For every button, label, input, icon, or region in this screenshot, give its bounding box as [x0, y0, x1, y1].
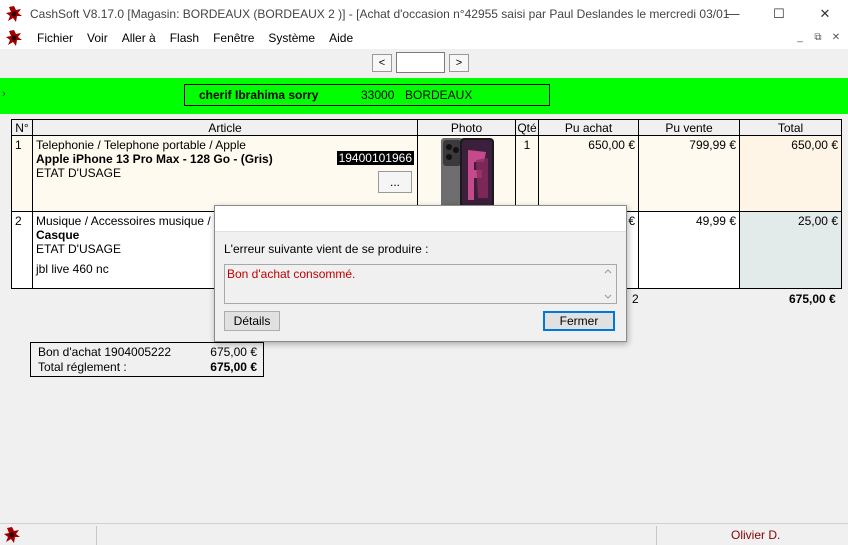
- client-banner: › cherif Ibrahima sorry 33000 BORDEAUX: [0, 78, 848, 114]
- client-postal-code: 33000: [361, 88, 395, 102]
- app-logo-icon[interactable]: [6, 5, 22, 22]
- qty-cell: 1: [515, 135, 539, 212]
- client-name: cherif Ibrahima sorry: [199, 88, 319, 102]
- header-pu-vente: Pu vente: [638, 119, 740, 136]
- title-bar: CashSoft V8.17.0 [Magasin: BORDEAUX (BOR…: [0, 0, 848, 27]
- payment-total-amount: 675,00 €: [210, 360, 257, 374]
- article-state: ETAT D'USAGE: [36, 166, 121, 180]
- article-cell: Telephonie / Telephone portable / Apple …: [32, 135, 418, 212]
- grand-total: 675,00 €: [789, 292, 836, 306]
- dialog-header[interactable]: [215, 206, 626, 232]
- minimize-button[interactable]: —: [710, 0, 756, 27]
- header-photo: Photo: [417, 119, 516, 136]
- voucher-amount: 675,00 €: [210, 345, 257, 359]
- details-button[interactable]: Détails: [224, 311, 280, 331]
- status-separator: [96, 526, 97, 545]
- client-box[interactable]: cherif Ibrahima sorry 33000 BORDEAUX: [184, 84, 550, 106]
- voucher-label: Bon d'achat 1904005222: [38, 345, 172, 359]
- error-scrollbar[interactable]: [600, 265, 616, 303]
- pu-vente-cell: 799,99 €: [638, 135, 740, 212]
- client-city: BORDEAUX: [405, 88, 473, 102]
- record-navigator: < >: [0, 50, 848, 78]
- app-menu-icon[interactable]: [6, 30, 22, 46]
- mdi-close-button[interactable]: ✕: [828, 30, 844, 44]
- menu-fichier[interactable]: Fichier: [30, 31, 80, 45]
- status-bar: Olivier D.: [0, 523, 848, 545]
- pu-achat-cell: 650,00 €: [538, 135, 639, 212]
- menu-aller-a[interactable]: Aller à: [115, 31, 163, 45]
- record-number-input[interactable]: [396, 52, 445, 73]
- menu-bar: Fichier Voir Aller à Flash Fenêtre Systè…: [0, 27, 848, 49]
- photo-cell: [417, 135, 516, 212]
- error-text: Bon d'achat consommé.: [227, 267, 356, 281]
- menu-flash[interactable]: Flash: [163, 31, 206, 45]
- menu-aide[interactable]: Aide: [322, 31, 360, 45]
- row-num: 1: [11, 135, 33, 212]
- table-row[interactable]: 1 Telephonie / Telephone portable / Appl…: [11, 135, 842, 212]
- mdi-restore-button[interactable]: ⧉: [810, 30, 826, 44]
- header-pu-achat: Pu achat: [538, 119, 639, 136]
- menu-fenetre[interactable]: Fenêtre: [206, 31, 261, 45]
- close-button[interactable]: ✕: [802, 0, 848, 27]
- maximize-button[interactable]: ☐: [756, 0, 802, 27]
- error-textbox[interactable]: Bon d'achat consommé.: [224, 264, 617, 304]
- header-total: Total: [739, 119, 842, 136]
- header-num: N°: [11, 119, 33, 136]
- status-separator: [656, 526, 657, 545]
- total-quantity: 2: [632, 292, 639, 306]
- window-title: CashSoft V8.17.0 [Magasin: BORDEAUX (BOR…: [30, 6, 730, 21]
- header-article: Article: [32, 119, 418, 136]
- row-num: 2: [11, 211, 33, 289]
- serial-number[interactable]: 19400101966: [336, 151, 414, 165]
- dialog-message: L'erreur suivante vient de se produire :: [224, 242, 429, 256]
- error-dialog: L'erreur suivante vient de se produire :…: [214, 205, 627, 342]
- menu-systeme[interactable]: Système: [261, 31, 322, 45]
- mdi-minimize-button[interactable]: _: [792, 30, 808, 44]
- total-cell: 650,00 €: [739, 135, 842, 212]
- payment-summary: Bon d'achat 1904005222 675,00 € Total ré…: [30, 342, 264, 377]
- table-header-row: N° Article Photo Qté Pu achat Pu vente T…: [11, 119, 842, 136]
- next-record-button[interactable]: >: [449, 54, 469, 72]
- payment-total-label: Total réglement :: [38, 360, 127, 374]
- pu-vente-cell: 49,99 €: [638, 211, 740, 289]
- close-dialog-button[interactable]: Fermer: [543, 311, 615, 331]
- status-user: Olivier D.: [731, 528, 781, 542]
- product-photo[interactable]: [438, 138, 496, 208]
- menu-voir[interactable]: Voir: [80, 31, 115, 45]
- article-details-button[interactable]: ...: [378, 171, 412, 193]
- total-cell: 25,00 €: [739, 211, 842, 289]
- article-category: Telephonie / Telephone portable / Apple: [36, 138, 246, 152]
- previous-record-button[interactable]: <: [372, 54, 392, 72]
- expand-arrow-icon[interactable]: ›: [2, 88, 6, 100]
- header-qty: Qté: [515, 119, 539, 136]
- status-logo-icon: [4, 527, 20, 543]
